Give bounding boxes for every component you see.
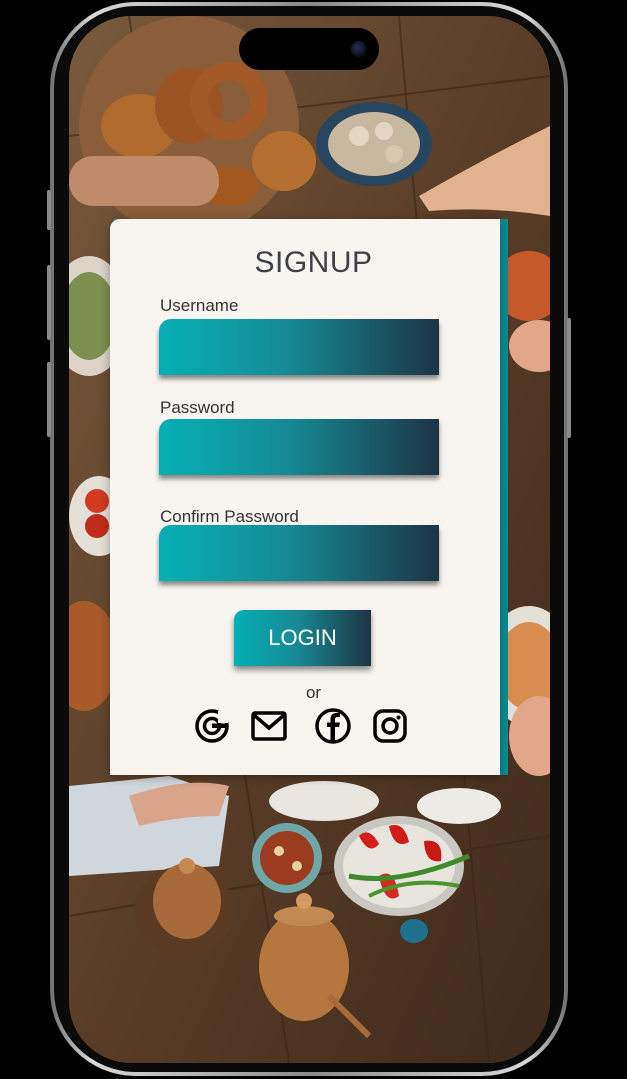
google-icon[interactable]: [192, 706, 232, 746]
page-title: SIGNUP: [254, 246, 373, 279]
confirm-password-field[interactable]: [159, 525, 439, 581]
password-label: Password: [160, 398, 235, 417]
side-button: [47, 190, 51, 230]
dynamic-island: [239, 28, 379, 70]
username-field[interactable]: [159, 319, 439, 375]
mail-icon[interactable]: [249, 706, 289, 746]
username-label: Username: [160, 296, 239, 315]
volume-down-button: [47, 362, 51, 437]
instagram-icon[interactable]: [370, 706, 410, 746]
login-button[interactable]: LOGIN: [234, 610, 371, 666]
front-camera-icon: [351, 41, 367, 57]
or-divider-text: or: [305, 683, 322, 702]
confirm-password-label: Confirm Password: [160, 507, 299, 526]
password-field[interactable]: [159, 419, 439, 475]
facebook-icon[interactable]: [313, 706, 353, 746]
power-button: [567, 318, 571, 438]
